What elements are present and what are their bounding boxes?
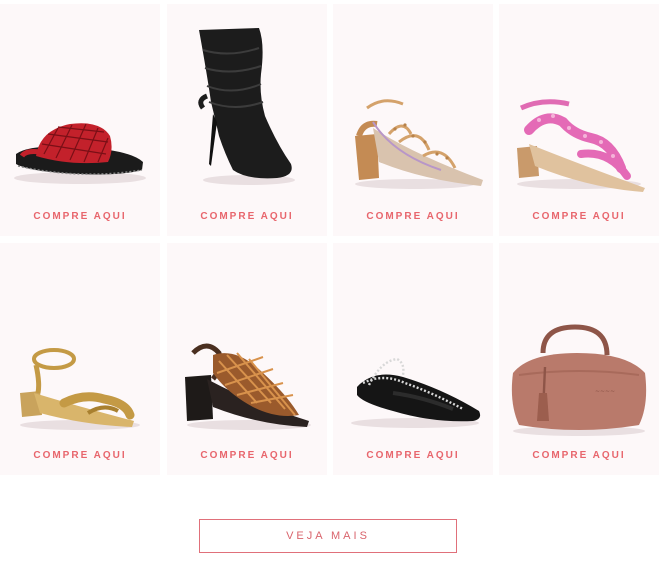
product-image-red-woven-slide[interactable] [0,4,160,204]
compre-aqui-link[interactable]: COMPRE AQUI [333,450,493,461]
compre-aqui-link[interactable]: COMPRE AQUI [499,211,659,222]
product-image-black-slouch-boot[interactable] [167,4,327,204]
product-card[interactable]: COMPRE AQUI [333,4,493,236]
product-image-gold-ankle-strap-sandal[interactable] [0,243,160,443]
compre-aqui-link[interactable]: COMPRE AQUI [167,450,327,461]
product-card[interactable]: COMPRE AQUI [167,243,327,475]
product-card[interactable]: COMPRE AQUI [167,4,327,236]
svg-text:~~~~: ~~~~ [595,388,615,395]
product-grid: COMPRE AQUI COMPRE AQUI COMPRE AQUI COMP… [0,0,664,480]
product-card[interactable]: COMPRE AQUI [499,4,659,236]
compre-aqui-link[interactable]: COMPRE AQUI [167,211,327,222]
product-card[interactable]: COMPRE AQUI [0,4,160,236]
product-card[interactable]: COMPRE AQUI [333,243,493,475]
compre-aqui-link[interactable]: COMPRE AQUI [333,211,493,222]
product-image-black-studded-flat[interactable] [333,243,493,443]
product-image-bronze-woven-slingback[interactable] [167,243,327,443]
compre-aqui-link[interactable]: COMPRE AQUI [0,450,160,461]
veja-mais-button[interactable]: VEJA MAIS [199,519,457,553]
compre-aqui-link[interactable]: COMPRE AQUI [0,211,160,222]
product-image-studded-strappy-sandal[interactable] [333,4,493,204]
product-card[interactable]: ~~~~ COMPRE AQUI [499,243,659,475]
product-card[interactable]: COMPRE AQUI [0,243,160,475]
product-image-blush-hobo-bag[interactable]: ~~~~ [499,243,659,443]
compre-aqui-link[interactable]: COMPRE AQUI [499,450,659,461]
product-image-pink-scalloped-sandal[interactable] [499,4,659,204]
